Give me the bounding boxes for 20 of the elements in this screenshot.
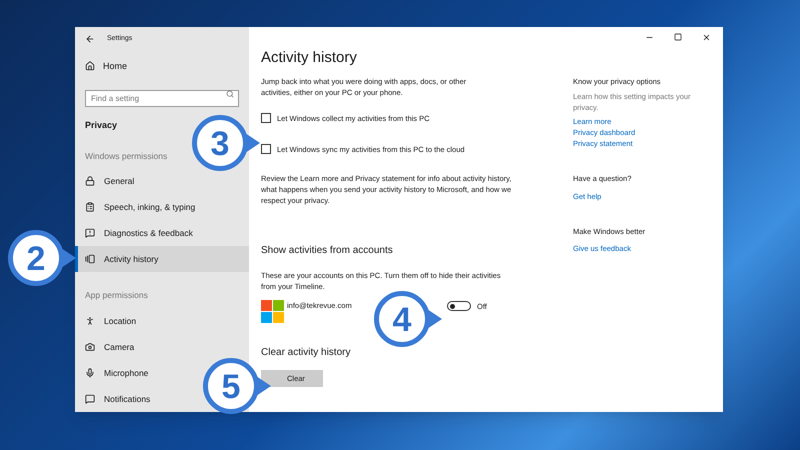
sidebar-item[interactable]: Location — [85, 308, 136, 334]
sidebar-item[interactable]: Notifications — [85, 386, 150, 412]
sidebar-item[interactable]: Activity history — [75, 246, 249, 272]
sidebar-item[interactable]: Microphone — [85, 360, 148, 386]
sidebar-item[interactable]: Diagnostics & feedback — [85, 220, 193, 246]
page-title: Activity history — [261, 48, 358, 68]
group-heading: Windows permissions — [85, 150, 168, 162]
section-heading: Clear activity history — [261, 346, 352, 360]
sidebar-item[interactable]: Home — [85, 60, 239, 73]
numbered-callout: 2 — [8, 230, 76, 286]
section-heading: Show activities from accounts — [261, 244, 394, 258]
section-title: Privacy — [85, 119, 118, 132]
numbered-callout: 3 — [192, 115, 260, 171]
group-heading: App permissions — [85, 289, 149, 302]
sidebar-item[interactable]: Camera — [85, 334, 134, 360]
numbered-callout: 5 — [203, 358, 271, 414]
numbered-callout: 4 — [374, 291, 442, 347]
search-field[interactable]: Find a setting — [85, 90, 239, 107]
sidebar-item[interactable]: General — [85, 168, 134, 194]
sidebar-item[interactable]: Speech, inking, & typing — [85, 194, 196, 220]
